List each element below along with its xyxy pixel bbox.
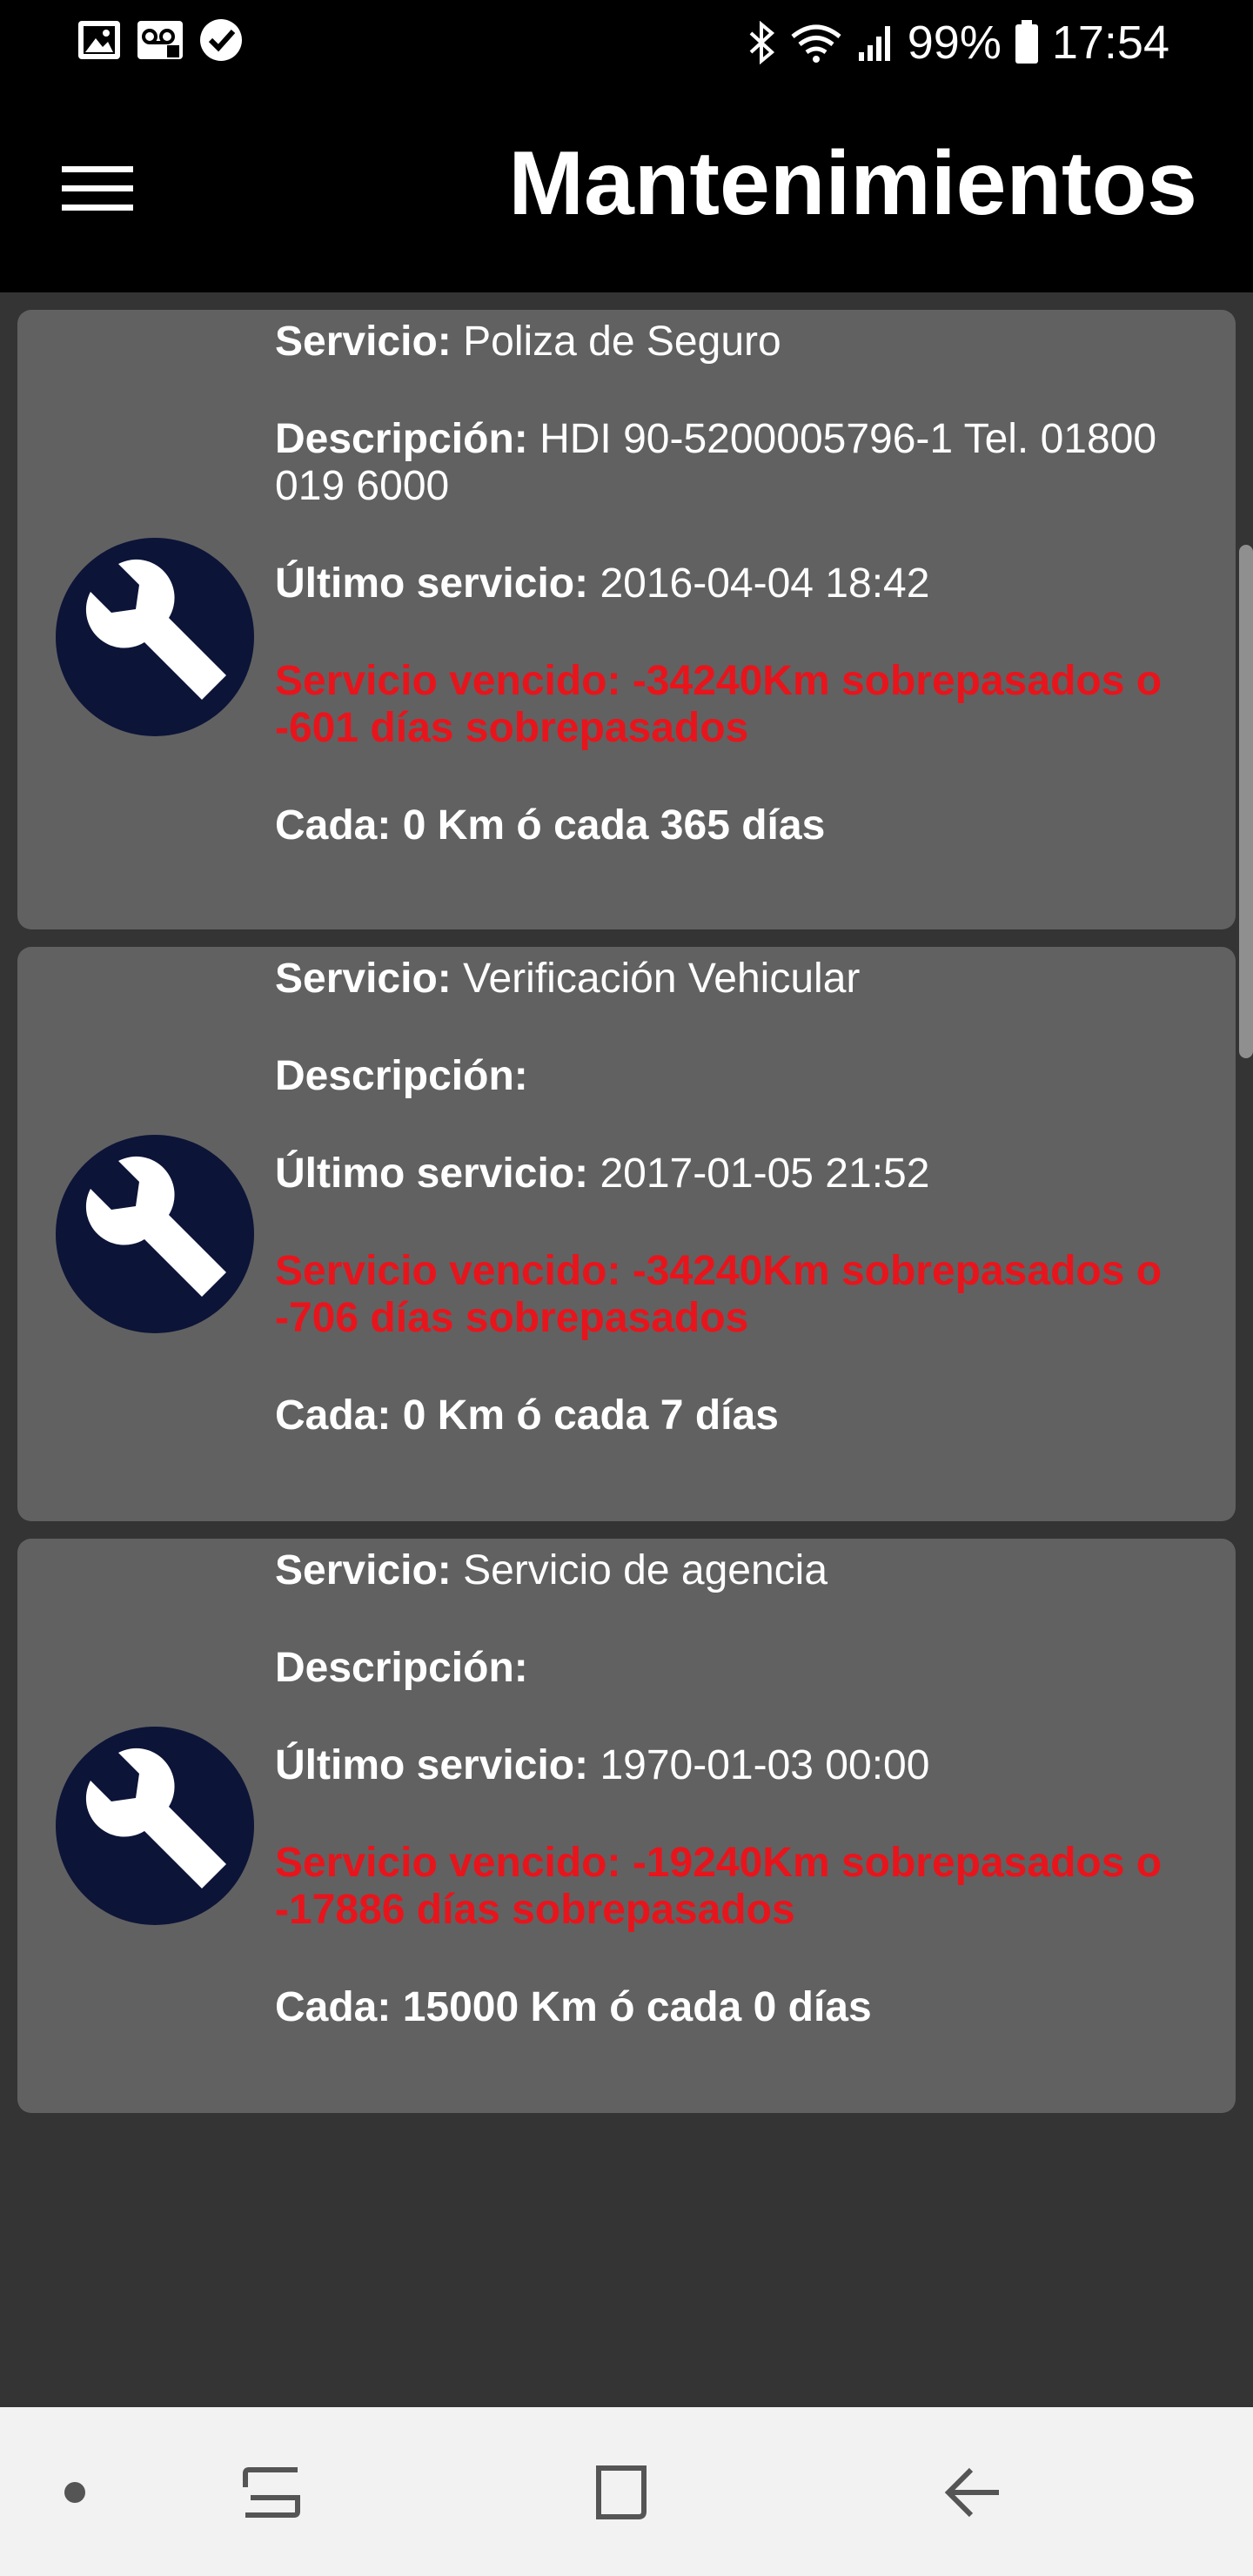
- interval-text: Cada: 0 Km ó cada 365 días: [275, 802, 826, 849]
- maintenance-card[interactable]: Servicio: Poliza de Seguro Descripción: …: [17, 310, 1236, 929]
- menu-button[interactable]: [49, 150, 146, 228]
- system-status: 99% 17:54: [747, 12, 1169, 73]
- card-details: Servicio: Servicio de agencia Descripció…: [275, 1547, 1216, 2082]
- card-details: Servicio: Poliza de Seguro Descripción: …: [275, 319, 1216, 900]
- hamburger-menu-icon: [62, 166, 133, 211]
- page-title: Mantenimientos: [508, 133, 1197, 234]
- last-service-value: 2016-04-04 18:42: [600, 560, 930, 607]
- voicemail-notification-icon: [137, 21, 183, 59]
- service-name: Verificación Vehicular: [463, 956, 861, 1002]
- service-field: Servicio: Servicio de agencia: [275, 1547, 828, 1593]
- description-field: Descripción:: [275, 1645, 528, 1691]
- notification-icons: [77, 17, 244, 63]
- wifi-icon: [791, 24, 841, 63]
- overdue-warning: Servicio vencido: -34240Km sobrepasados …: [275, 658, 1163, 751]
- bluetooth-icon: [749, 21, 774, 64]
- back-button[interactable]: [931, 2451, 1015, 2534]
- home-button[interactable]: [580, 2451, 663, 2534]
- last-service-value: 1970-01-03 00:00: [600, 1742, 930, 1788]
- last-service-field: Último servicio: 1970-01-03 00:00: [275, 1742, 930, 1788]
- system-nav-bar: [0, 2407, 1253, 2576]
- service-name: Poliza de Seguro: [463, 319, 781, 365]
- scrollbar-thumb[interactable]: [1239, 545, 1253, 1058]
- battery-percent: 99%: [907, 17, 1002, 69]
- recent-apps-icon: [243, 2467, 300, 2518]
- overdue-warning: Servicio vencido: -19240Km sobrepasados …: [275, 1840, 1163, 1933]
- service-field: Servicio: Verificación Vehicular: [275, 956, 861, 1002]
- app-bar: Mantenimientos: [0, 87, 1253, 292]
- overdue-warning: Servicio vencido: -34240Km sobrepasados …: [275, 1248, 1163, 1341]
- back-arrow-icon: [944, 2467, 999, 2518]
- nav-dot-indicator[interactable]: [64, 2482, 85, 2503]
- description-field: Descripción: HDI 90-5200005796-1 Tel. 01…: [275, 416, 1157, 509]
- image-notification-icon: [78, 21, 120, 59]
- home-icon: [596, 2465, 647, 2519]
- check-notification-icon: [200, 19, 242, 61]
- wrench-icon: [56, 1727, 254, 1925]
- interval-text: Cada: 0 Km ó cada 7 días: [275, 1392, 779, 1439]
- last-service-field: Último servicio: 2017-01-05 21:52: [275, 1150, 930, 1197]
- service-name: Servicio de agencia: [463, 1547, 828, 1593]
- maintenance-card[interactable]: Servicio: Verificación Vehicular Descrip…: [17, 947, 1236, 1521]
- clock: 17:54: [1051, 17, 1169, 69]
- battery-icon: [1015, 20, 1038, 64]
- maintenance-card[interactable]: Servicio: Servicio de agencia Descripció…: [17, 1539, 1236, 2113]
- wrench-icon: [56, 1135, 254, 1333]
- last-service-field: Último servicio: 2016-04-04 18:42: [275, 560, 930, 607]
- card-details: Servicio: Verificación Vehicular Descrip…: [275, 956, 1216, 1490]
- status-bar: 99% 17:54: [0, 0, 1253, 87]
- wrench-icon: [56, 538, 254, 736]
- description-field: Descripción:: [275, 1053, 528, 1099]
- interval-text: Cada: 15000 Km ó cada 0 días: [275, 1984, 872, 2030]
- recent-apps-button[interactable]: [230, 2451, 313, 2534]
- signal-icon: [858, 26, 890, 61]
- last-service-value: 2017-01-05 21:52: [600, 1150, 930, 1197]
- maintenance-list[interactable]: Servicio: Poliza de Seguro Descripción: …: [0, 292, 1253, 2407]
- service-field: Servicio: Poliza de Seguro: [275, 319, 781, 365]
